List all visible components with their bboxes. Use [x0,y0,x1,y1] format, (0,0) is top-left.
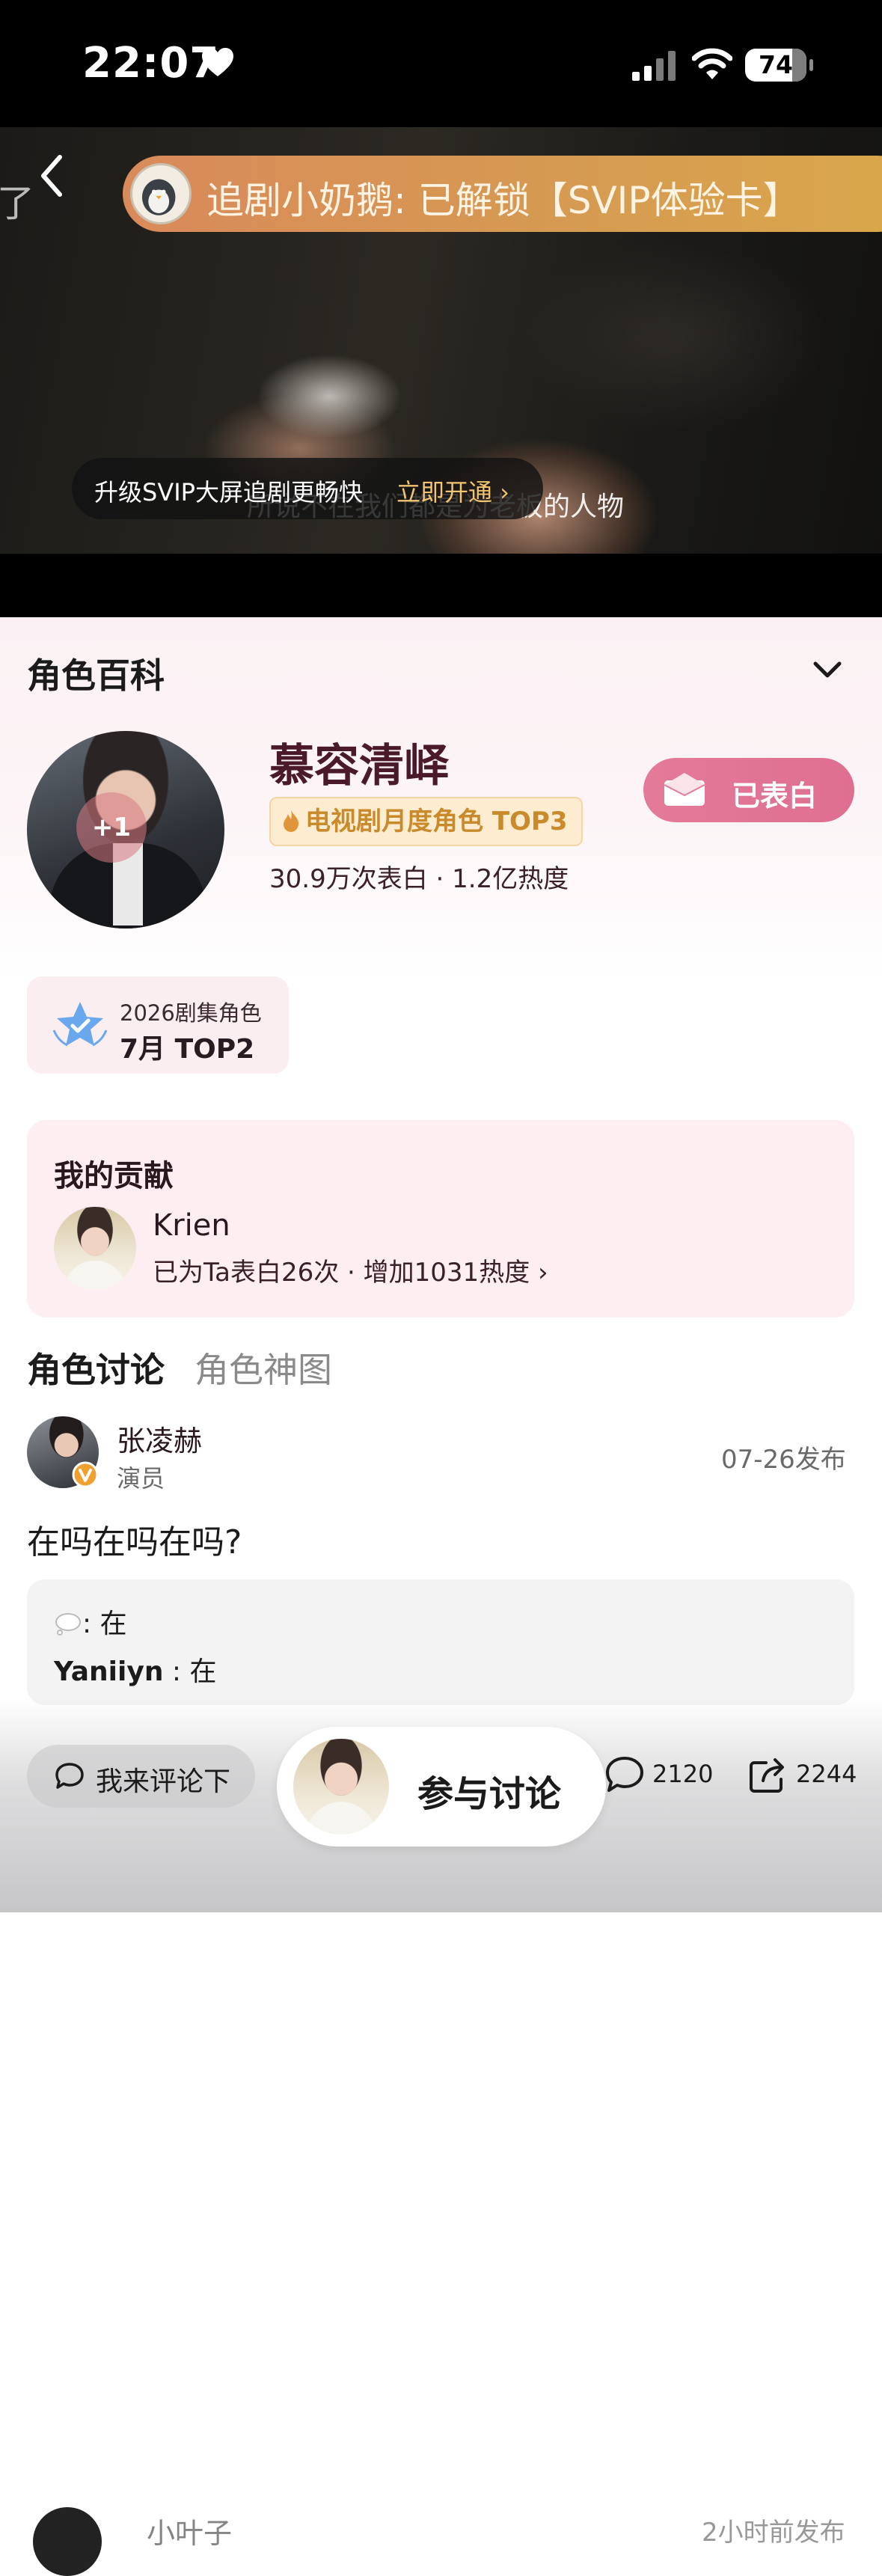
chevron-left-icon [41,155,62,197]
notice-text: 追剧小奶鹅: 已解锁【SVIP体验卡】 [206,179,800,222]
user-avatar [293,1739,389,1835]
heart-icon [202,48,233,76]
comments-count: 2120 [652,1760,714,1788]
tab-discussion[interactable]: 角色讨论 [27,1343,165,1392]
shares-count: 2244 [796,1760,857,1788]
cellular-signal-icon [632,51,676,81]
flame-icon [284,810,299,832]
penguin-avatar-icon [130,163,192,224]
contribution-username: Krien [153,1208,230,1243]
tab-gallery[interactable]: 角色神图 [195,1343,332,1392]
next-post-avatar [33,2507,102,2576]
envelope-icon [664,773,705,806]
share-icon [750,1758,784,1793]
post-date: 07-26发布 [721,1445,846,1475]
back-button[interactable] [30,150,75,202]
reply-text: : 在 [82,1609,127,1639]
user-avatar [54,1207,136,1289]
svip-toast-text: 升级SVIP大屏追剧更畅快 [94,478,363,507]
status-bar: 22:07 74 [0,0,882,127]
star-badge-icon [52,1002,108,1047]
next-post-preview: 小叶子 2小时前发布 [0,2488,882,2576]
battery-level: 74 [759,50,793,79]
rank-badge[interactable]: 电视剧月度角色 TOP3 [269,797,583,846]
comment-placeholder: 我来评论下 [96,1766,231,1797]
post-author-role: 演员 [117,1464,165,1493]
contribution-title: 我的贡献 [54,1159,174,1193]
reply-text: : 在 [163,1656,217,1687]
reply-item: Yaniiyn : 在 [54,1650,217,1689]
comment-input[interactable]: 我来评论下 [27,1745,255,1808]
character-avatar[interactable]: +1 [27,731,224,928]
contribution-detail[interactable]: 已为Ta表白26次 · 增加1031热度 › [153,1252,548,1288]
join-discussion-button[interactable]: 参与讨论 [277,1727,606,1847]
post-author-name[interactable]: 张凌赫 [117,1418,202,1459]
plus-one-badge: +1 [76,792,147,863]
post-text[interactable]: 在吗在吗在吗? [27,1515,242,1563]
notice-banner: 追剧小奶鹅: 已解锁【SVIP体验卡】 [123,156,882,232]
comment-bubble-icon [55,1763,84,1789]
confess-button[interactable]: 已表白 [643,758,854,822]
reply-item: : 在 [54,1602,127,1641]
status-time: 22:07 [82,39,220,88]
contribution-card[interactable]: 我的贡献 Krien 已为Ta表白26次 · 增加1031热度 › [27,1120,854,1318]
comment-bubble-icon [606,1757,643,1792]
reply-preview[interactable]: : 在 Yaniiyn : 在 [27,1579,854,1705]
next-post-time: 2小时前发布 [702,2518,845,2548]
wifi-icon [692,48,732,79]
honor-subtitle: 2026剧集角色 [120,1000,262,1026]
reply-user: Yaniiyn [54,1656,164,1687]
honor-rank: 7月 TOP2 [120,1034,255,1065]
honor-card[interactable]: 2026剧集角色 7月 TOP2 [27,976,289,1074]
speech-bubble-icon [55,1613,81,1636]
character-stats: 30.9万次表白 · 1.2亿热度 [269,864,569,894]
chevron-down-icon[interactable] [809,656,845,683]
join-discussion-label: 参与讨论 [417,1773,562,1815]
verified-badge-icon [72,1461,99,1488]
svip-open-link[interactable]: 立即开通 › [396,474,509,508]
svip-upgrade-toast[interactable]: 升级SVIP大屏追剧更畅快 立即开通 › [72,458,543,519]
battery-icon: 74 [745,49,813,82]
next-post-author: 小叶子 [147,2517,233,2550]
video-player[interactable]: 了 追剧小奶鹅: 已解锁【SVIP体验卡】 所说不在我们都是为老板的人物 升级S… [0,127,882,617]
rank-badge-label: 电视剧月度角色 TOP3 [305,807,568,836]
confess-label: 已表白 [732,780,818,813]
section-title: 角色百科 [27,655,165,696]
character-name: 慕容清峄 [269,740,449,792]
